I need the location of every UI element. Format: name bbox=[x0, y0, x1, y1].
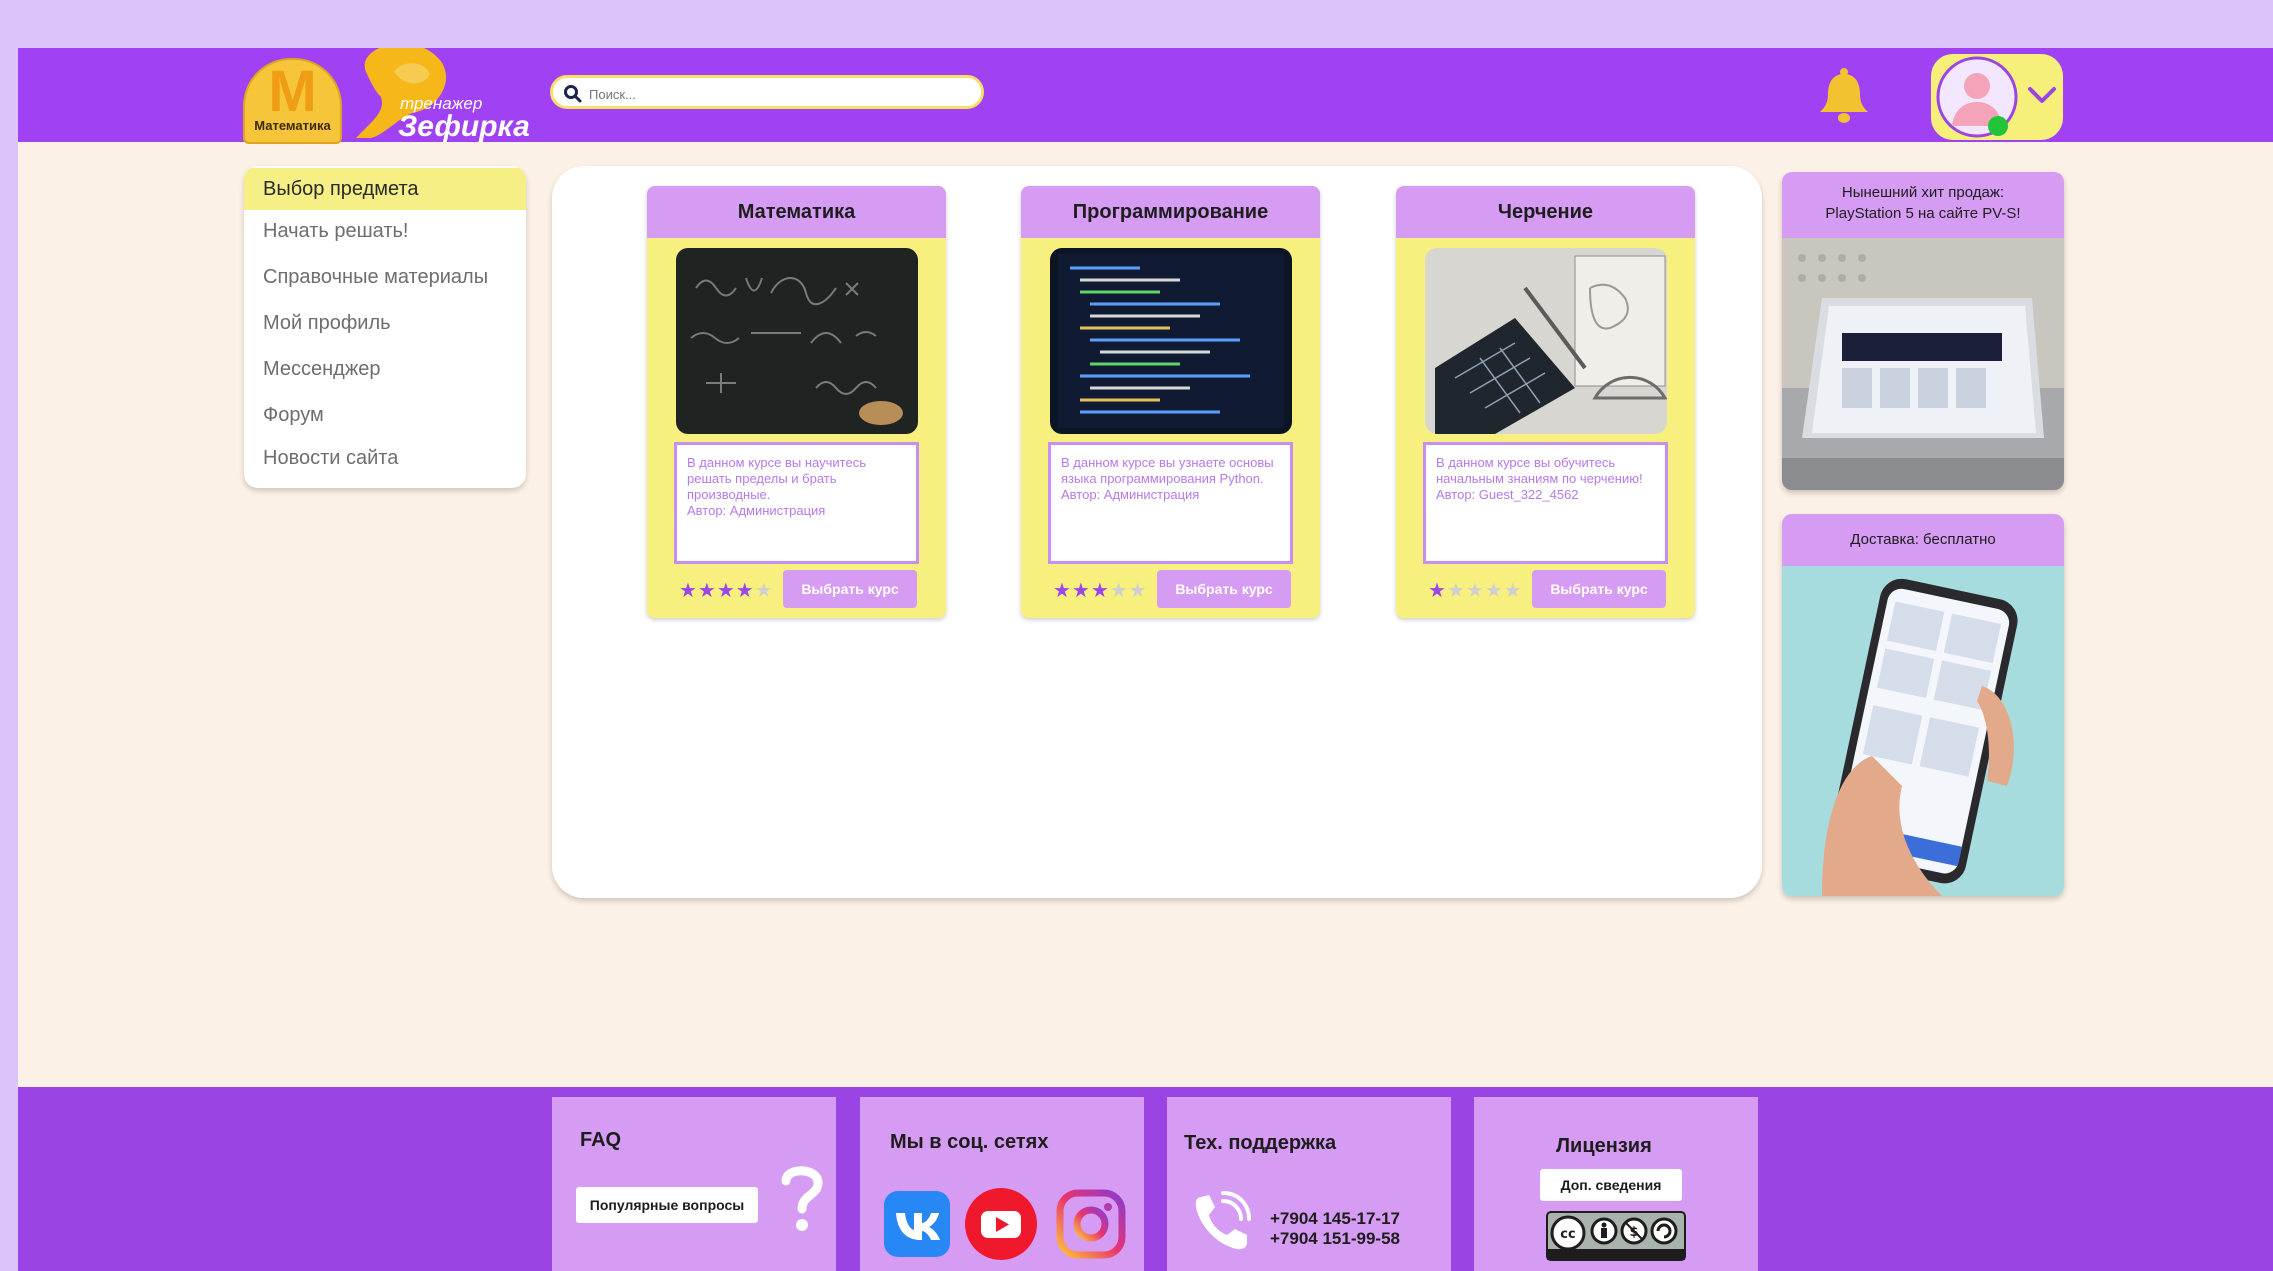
course-title: Математика bbox=[647, 186, 946, 238]
course-card-math: Математика В данном курсе вы научитесь р… bbox=[647, 186, 946, 618]
ad-playstation[interactable]: Нынешний хит продаж: PlayStation 5 на са… bbox=[1782, 172, 2064, 490]
svg-text:cc: cc bbox=[1560, 1227, 1575, 1242]
course-author: Автор: Guest_322_4562 bbox=[1436, 487, 1579, 502]
ad-title-line2: PlayStation 5 на сайте PV-S! bbox=[1825, 205, 2021, 222]
laptop-ad-image bbox=[1782, 238, 2064, 490]
support-title: Тех. поддержка bbox=[1184, 1132, 1337, 1154]
page: M Математика тренажер Зефирка Поиск... В… bbox=[18, 48, 2273, 1271]
sidebar-item-forum[interactable]: Форум bbox=[244, 394, 526, 436]
course-author: Автор: Администрация bbox=[687, 503, 826, 518]
sidebar-nav: Выбор предмета Начать решать! Справочные… bbox=[244, 166, 526, 488]
profile-menu[interactable] bbox=[1931, 54, 2063, 140]
license-title: Лицензия bbox=[1556, 1135, 1652, 1157]
bell-icon[interactable] bbox=[1816, 66, 1872, 124]
footer-support: Тех. поддержка +7904 145-17-17 +7904 151… bbox=[1167, 1097, 1451, 1271]
footer-license: Лицензия Доп. сведения cc $ bbox=[1474, 1097, 1758, 1271]
social-title: Мы в соц. сетях bbox=[890, 1131, 1049, 1153]
logo-letter: M bbox=[268, 59, 317, 124]
instagram-icon[interactable] bbox=[1056, 1189, 1126, 1259]
course-title: Программирование bbox=[1021, 186, 1320, 238]
course-description: В данном курсе вы узнаете основы языка п… bbox=[1048, 442, 1293, 564]
select-course-button[interactable]: Выбрать курс bbox=[1532, 570, 1666, 608]
logo-math[interactable]: M Математика bbox=[243, 58, 342, 144]
course-description-text: В данном курсе вы научитесь решать преде… bbox=[687, 455, 866, 502]
search-icon bbox=[564, 85, 582, 103]
more-info-button[interactable]: Доп. сведения bbox=[1540, 1169, 1682, 1201]
footer-social: Мы в соц. сетях bbox=[860, 1097, 1144, 1271]
ad-delivery[interactable]: Доставка: бесплатно bbox=[1782, 514, 2064, 896]
course-card-drawing: Черчение В данном курсе вы обучитесь нач… bbox=[1396, 186, 1695, 618]
avatar-icon bbox=[1936, 56, 2018, 138]
popular-questions-button[interactable]: Популярные вопросы bbox=[576, 1187, 758, 1223]
sidebar-item-news[interactable]: Новости сайта bbox=[244, 437, 526, 479]
question-mark-icon bbox=[781, 1166, 823, 1231]
phone-ad-image bbox=[1782, 566, 2064, 896]
course-card-programming: Программирование В данном курсе вы узнае… bbox=[1021, 186, 1320, 618]
footer: FAQ Популярные вопросы Мы в соц. сетях Т… bbox=[18, 1087, 2273, 1271]
select-course-button[interactable]: Выбрать курс bbox=[783, 570, 917, 608]
rating-stars: ★★★★★ bbox=[1053, 580, 1148, 602]
support-phone-2[interactable]: +7904 151-99-58 bbox=[1270, 1229, 1400, 1249]
chevron-down-icon bbox=[2028, 87, 2056, 103]
course-title: Черчение bbox=[1396, 186, 1695, 238]
search-input[interactable] bbox=[587, 81, 971, 107]
ad-header: Нынешний хит продаж: PlayStation 5 на са… bbox=[1782, 172, 2064, 238]
rating-stars: ★★★★★ bbox=[679, 580, 774, 602]
header: M Математика тренажер Зефирка bbox=[18, 48, 2273, 144]
chalkboard-image bbox=[676, 248, 918, 434]
support-phone-1[interactable]: +7904 145-17-17 bbox=[1270, 1209, 1400, 1229]
sidebar-item-subject-choice[interactable]: Выбор предмета bbox=[244, 168, 526, 210]
search-box bbox=[550, 75, 984, 109]
course-description-text: В данном курсе вы узнаете основы языка п… bbox=[1061, 455, 1274, 486]
ad-header: Доставка: бесплатно bbox=[1782, 514, 2064, 566]
course-author: Автор: Администрация bbox=[1061, 487, 1200, 502]
phone-icon bbox=[1195, 1191, 1251, 1250]
course-description-text: В данном курсе вы обучитесь начальным зн… bbox=[1436, 455, 1643, 486]
creative-commons-badge-icon: cc $ bbox=[1546, 1211, 1686, 1261]
footer-faq: FAQ Популярные вопросы bbox=[552, 1097, 836, 1271]
course-description: В данном курсе вы обучитесь начальным зн… bbox=[1423, 442, 1668, 564]
browser-top-strip bbox=[0, 0, 2273, 48]
course-panel: Математика В данном курсе вы научитесь р… bbox=[552, 166, 1762, 898]
course-description: В данном курсе вы научитесь решать преде… bbox=[674, 442, 919, 564]
sidebar-item-profile[interactable]: Мой профиль bbox=[244, 302, 526, 344]
vk-icon[interactable] bbox=[884, 1191, 950, 1257]
youtube-icon[interactable] bbox=[964, 1187, 1038, 1261]
sidebar-item-start-solving[interactable]: Начать решать! bbox=[244, 210, 526, 252]
select-course-button[interactable]: Выбрать курс bbox=[1157, 570, 1291, 608]
sidebar-item-reference[interactable]: Справочные материалы bbox=[244, 256, 526, 298]
rating-stars: ★★★★★ bbox=[1428, 580, 1523, 602]
ad-title-line1: Нынешний хит продаж: bbox=[1841, 184, 2005, 201]
faq-title: FAQ bbox=[580, 1129, 622, 1151]
code-screen-image bbox=[1050, 248, 1292, 434]
sidebar-item-messenger[interactable]: Мессенджер bbox=[244, 348, 526, 390]
logo-caption: Математика bbox=[254, 118, 331, 133]
brand-title: Зефирка bbox=[398, 110, 530, 143]
drafting-table-image bbox=[1425, 248, 1667, 434]
